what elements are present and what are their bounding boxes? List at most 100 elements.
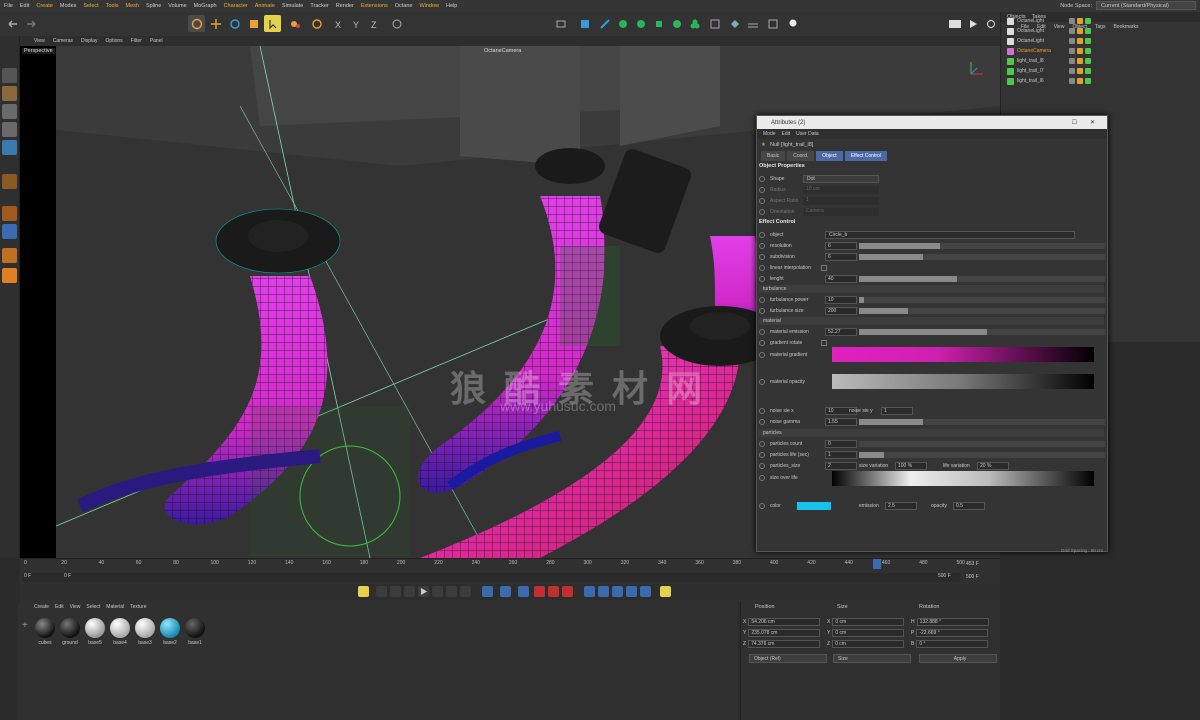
menu-extensions[interactable]: Extensions (361, 3, 388, 9)
light-icon[interactable] (784, 15, 801, 32)
subdivision-slider[interactable] (859, 253, 1105, 260)
menu-create[interactable]: Create (36, 3, 53, 9)
rotation-key-icon[interactable] (598, 586, 609, 597)
timeline-ruler[interactable]: 0 20 40 60 80 100 120 140 160 180 200 220 240 260 280 3… (20, 560, 965, 570)
material-menu-select[interactable]: Select (86, 604, 100, 610)
material-item[interactable]: ground (59, 618, 81, 646)
select-tool-icon[interactable] (264, 15, 281, 32)
object-link-field[interactable]: Circle_b (825, 230, 1075, 239)
keyframe-dot[interactable] (759, 378, 765, 385)
keyframe-dot[interactable] (759, 351, 765, 358)
keyframe-dot[interactable] (759, 328, 765, 335)
material-item[interactable]: base2 (159, 618, 181, 646)
render-picture-viewer-icon[interactable] (946, 15, 963, 32)
particles-count-field[interactable]: 0 (825, 439, 857, 448)
object-row[interactable]: OctaneLight (1007, 16, 1197, 26)
tag-icon[interactable] (1077, 38, 1083, 44)
keyframe-dot[interactable] (759, 474, 765, 481)
coordinate-mode-dropdown[interactable]: Object (Rel) (749, 654, 827, 663)
material-item[interactable]: base3 (134, 618, 156, 646)
render-settings-icon[interactable] (982, 15, 999, 32)
menu-volume[interactable]: Volume (168, 3, 186, 9)
subdivision-icon[interactable] (614, 15, 631, 32)
go-to-start-icon[interactable] (376, 586, 387, 597)
material-opacity-bar[interactable] (832, 374, 1094, 389)
pen-spline-icon[interactable] (596, 15, 613, 32)
motion-icon[interactable] (500, 586, 511, 597)
resolution-slider[interactable] (859, 242, 1105, 249)
tag-icon[interactable] (1085, 48, 1091, 54)
turbulance-size-slider[interactable] (859, 307, 1105, 314)
go-to-end-icon[interactable] (460, 586, 471, 597)
attr-menu-mode[interactable]: Mode (763, 131, 776, 137)
undo-icon[interactable] (4, 15, 21, 32)
texture-mode-icon[interactable] (2, 86, 17, 101)
material-emission-field[interactable]: 52.27 (825, 327, 857, 336)
lenght-slider[interactable] (859, 275, 1105, 282)
tab-coord-[interactable]: Coord. (787, 151, 815, 161)
size-mode-dropdown[interactable]: Size (833, 654, 911, 663)
keyframe-dot[interactable] (759, 339, 765, 346)
particles-life-field[interactable]: 1 (825, 450, 857, 459)
material-item[interactable]: base1 (184, 618, 206, 646)
param-key-icon[interactable] (626, 586, 637, 597)
timeline-playhead[interactable] (873, 559, 881, 569)
turbulance-group[interactable]: turbulance (759, 285, 1104, 293)
z-axis-lock-icon[interactable]: Z (368, 15, 385, 32)
material-gradient-bar[interactable] (832, 347, 1094, 362)
attr-menu-user-data[interactable]: User Data (796, 131, 819, 137)
floor-icon[interactable] (744, 15, 761, 32)
close-icon[interactable]: ✕ (1090, 119, 1095, 126)
keyframe-dot[interactable] (759, 451, 765, 458)
timeline-settings-icon[interactable] (660, 586, 671, 597)
keyframe-dot[interactable] (759, 307, 765, 314)
scale-key-icon[interactable] (612, 586, 623, 597)
record-active-icon[interactable] (534, 586, 545, 597)
size-variation-field[interactable]: 100 % (895, 461, 927, 470)
material-item[interactable]: cubes (34, 618, 56, 646)
position-key-icon[interactable] (584, 586, 595, 597)
sculpt-icon[interactable] (2, 268, 17, 283)
shape-dropdown[interactable]: Dot (803, 174, 879, 183)
tab-object[interactable]: Object (816, 151, 843, 161)
tag-icon[interactable] (1069, 78, 1075, 84)
attributes-title-bar[interactable]: Attributes (2) ☐ ✕ (757, 116, 1107, 129)
rotation-h-field[interactable]: 132.888 ° (916, 618, 989, 626)
tag-icon[interactable] (1069, 38, 1075, 44)
next-frame-icon[interactable] (432, 586, 443, 597)
menu-animate[interactable]: Animate (255, 3, 275, 9)
live-selection-icon[interactable] (188, 15, 205, 32)
menu-mograph[interactable]: MoGraph (194, 3, 217, 9)
object-row[interactable]: light_trail_l8 (1007, 56, 1197, 66)
keyframe-dot[interactable] (759, 197, 765, 204)
keyframe-dot[interactable] (759, 275, 765, 282)
preview-range-bar[interactable]: 0 F 0 F 500 F (22, 573, 960, 582)
viewport-menu-view[interactable]: View (34, 38, 45, 44)
keyframe-dot[interactable] (759, 502, 765, 509)
material-menu-edit[interactable]: Edit (55, 604, 64, 610)
object-row[interactable]: OctaneLight (1007, 36, 1197, 46)
material-menu-view[interactable]: View (70, 604, 81, 610)
keyframe-dot[interactable] (759, 208, 765, 215)
life-variation-field[interactable]: 20 % (977, 461, 1009, 470)
menu-help[interactable]: Help (446, 3, 457, 9)
size-y-field[interactable]: 0 cm (832, 629, 905, 637)
autokey-icon[interactable] (548, 586, 559, 597)
axis-mode-icon[interactable] (2, 174, 17, 189)
volume-icon[interactable] (706, 15, 723, 32)
previous-frame-icon[interactable] (404, 586, 415, 597)
material-menu-material[interactable]: Material (106, 604, 124, 610)
model-mode-icon[interactable] (2, 68, 17, 83)
menu-spline[interactable]: Spline (146, 3, 161, 9)
tag-icon[interactable] (1077, 58, 1083, 64)
rotate-tool-icon[interactable] (245, 15, 262, 32)
menu-octane[interactable]: Octane (395, 3, 413, 9)
snap-icon[interactable] (2, 224, 17, 239)
menu-window[interactable]: Window (419, 3, 439, 9)
material-item[interactable]: base5 (84, 618, 106, 646)
move-tool-icon[interactable] (207, 15, 224, 32)
subdivision-field[interactable]: 6 (825, 252, 857, 261)
material-group[interactable]: material (759, 317, 1104, 325)
points-mode-icon[interactable] (2, 104, 17, 119)
material-menu-create[interactable]: Create (34, 604, 49, 610)
